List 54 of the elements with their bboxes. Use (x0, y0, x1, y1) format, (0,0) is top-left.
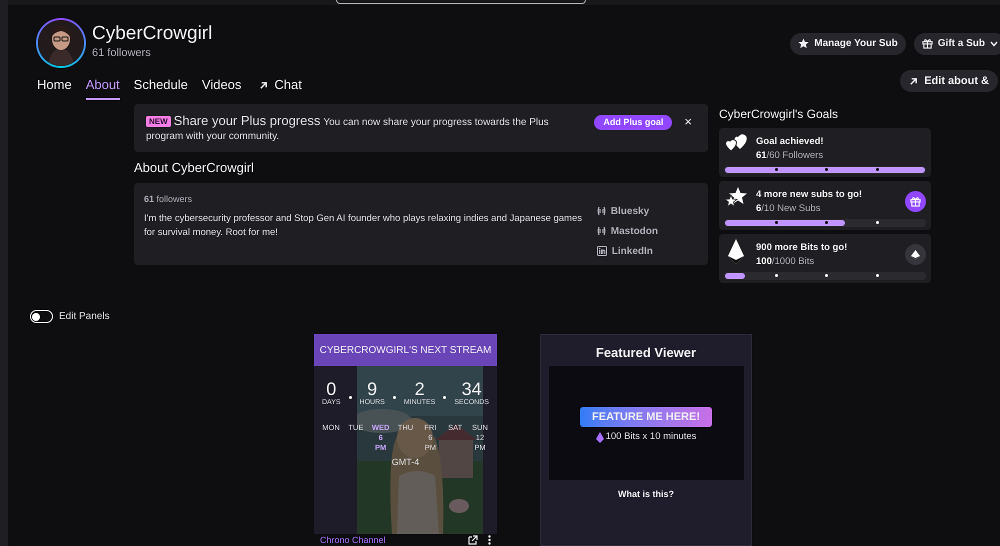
toggle-label: Edit Panels (59, 310, 110, 324)
follower-count: 61 followers (144, 192, 194, 206)
countdown-value: 2 (414, 380, 425, 398)
search-field[interactable] (336, 0, 586, 4)
gift-sub-button[interactable]: Gift a Sub (914, 32, 1000, 55)
countdown-value: 0 (326, 380, 336, 398)
tab[interactable]: Home (37, 70, 72, 100)
chevron-down-icon (990, 40, 998, 47)
avatar[interactable] (36, 18, 86, 68)
goal-count: 100/1000 Bits (756, 255, 816, 270)
panel-title: Featured Viewer (596, 344, 696, 362)
tab[interactable]: Chat (259, 70, 302, 100)
gift-icon (910, 196, 921, 207)
toggle-switch[interactable] (30, 310, 53, 323)
tab[interactable]: Schedule (134, 70, 188, 100)
link-icon (596, 206, 606, 216)
panel-title: CYBERCROWGIRL'S NEXT STREAM (314, 334, 497, 366)
social-link[interactable]: LinkedIn (596, 244, 658, 258)
goal-title: 4 more new subs to go! (756, 188, 864, 202)
channel-name: CyberCrowgirl (92, 23, 212, 46)
bits-icon (596, 432, 604, 443)
banner-text: NEW Share your Plus progress You can now share your progress towards the Plus program with your community. (146, 114, 550, 144)
bio-text: I'm the cybersecurity professor and Stop Gen AI founder who plays relaxing indies and Japanese games for survival money. Root for me! (144, 212, 584, 240)
linkedin-icon (596, 246, 607, 256)
goal-count: 6/10 New Subs (756, 202, 822, 216)
price-text: 100 Bits x 10 minutes (606, 430, 696, 444)
countdown-value: 9 (367, 380, 378, 398)
edit-about-button[interactable]: Edit about & (900, 70, 998, 92)
section-heading: About CyberCrowgirl (134, 159, 255, 177)
goal-title: Goal achieved! (756, 135, 825, 149)
stars-icon (724, 186, 748, 208)
bits-icon (911, 250, 920, 260)
bits-button[interactable] (905, 244, 926, 265)
countdown-value: 34 (462, 380, 482, 398)
goal-title: 900 more Bits to go! (756, 241, 848, 255)
social-link[interactable]: Bluesky (596, 204, 658, 218)
tab[interactable]: Videos (202, 70, 242, 100)
follower-count: 61 followers (92, 46, 152, 62)
manage-sub-button[interactable]: Manage Your Sub (790, 32, 906, 55)
link-icon (596, 226, 606, 236)
gift-icon (922, 38, 933, 50)
gift-button[interactable] (905, 191, 926, 212)
tab[interactable]: About (86, 70, 120, 100)
close-button[interactable]: × (680, 114, 696, 129)
add-plus-goal-button[interactable]: Add Plus goal (594, 115, 672, 130)
arrow-icon (909, 76, 918, 86)
help-link[interactable]: What is this? (618, 488, 674, 502)
external-link-icon[interactable] (468, 535, 478, 545)
goal-count: 61/60 Followers (756, 149, 824, 164)
timezone-label: GMT-4 (390, 456, 420, 468)
section-heading: CyberCrowgirl's Goals (719, 106, 839, 123)
star-icon (798, 38, 810, 50)
social-link[interactable]: Mastodon (596, 224, 658, 238)
more-icon[interactable] (488, 535, 491, 545)
